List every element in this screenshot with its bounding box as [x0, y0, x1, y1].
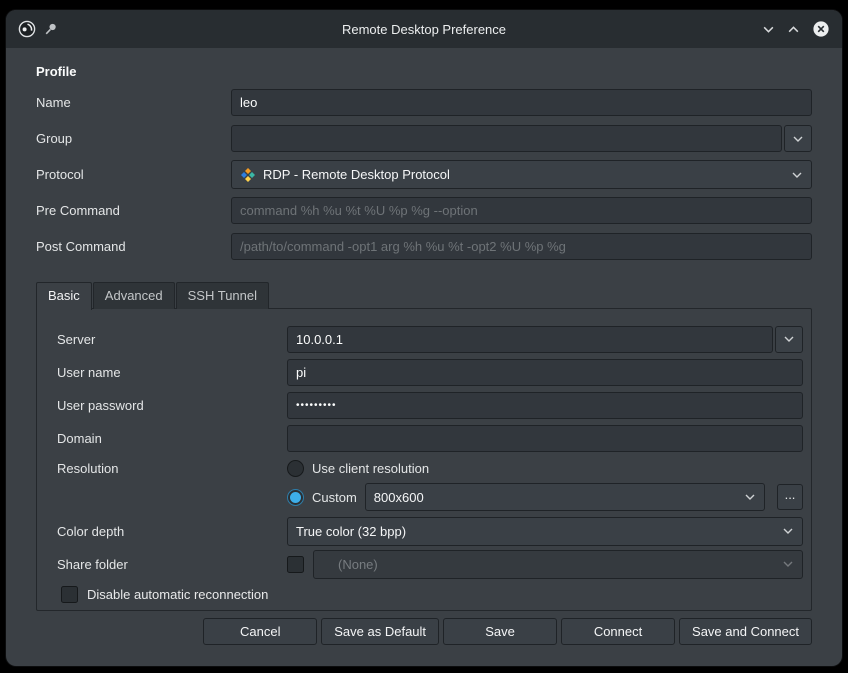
remmina-logo-icon: [18, 20, 36, 38]
group-row: Group: [36, 125, 812, 152]
chevron-down-icon: [791, 169, 803, 181]
color-depth-row: Color depth True color (32 bpp): [57, 518, 803, 544]
titlebar-left: [18, 20, 138, 38]
color-depth-value: True color (32 bpp): [296, 524, 775, 539]
close-button[interactable]: [812, 20, 830, 38]
cancel-button[interactable]: Cancel: [203, 618, 317, 645]
tab-bar: Basic Advanced SSH Tunnel: [36, 282, 812, 309]
titlebar-right: [710, 20, 830, 38]
disable-reconnect-label: Disable automatic reconnection: [87, 587, 268, 602]
domain-label: Domain: [57, 431, 287, 446]
client-resolution-option: Use client resolution: [287, 458, 803, 478]
group-dropdown-button[interactable]: [784, 125, 812, 152]
chevron-down-icon: [744, 491, 756, 503]
titlebar: Remote Desktop Preference: [6, 10, 842, 48]
disable-reconnect-checkbox[interactable]: [61, 586, 78, 603]
user-password-label: User password: [57, 398, 287, 413]
pre-command-label: Pre Command: [36, 203, 231, 218]
app-menu-button[interactable]: [18, 20, 36, 38]
tab-ssh-tunnel[interactable]: SSH Tunnel: [176, 282, 269, 309]
resolution-label: Resolution: [57, 458, 287, 510]
chevron-down-icon: [783, 333, 795, 345]
server-row: Server: [57, 326, 803, 352]
server-dropdown-button[interactable]: [775, 326, 803, 353]
client-resolution-option-label: Use client resolution: [312, 461, 429, 476]
share-folder-value: (None): [322, 557, 775, 572]
protocol-row: Protocol RDP - Remote Desktop Protocol: [36, 161, 812, 188]
custom-resolution-value: 800x600: [374, 490, 737, 505]
protocol-select[interactable]: RDP - Remote Desktop Protocol: [231, 160, 812, 189]
tab-basic[interactable]: Basic: [36, 282, 92, 310]
post-command-label: Post Command: [36, 239, 231, 254]
connect-button[interactable]: Connect: [561, 618, 675, 645]
chevron-down-icon: [782, 525, 794, 537]
pin-button[interactable]: [44, 22, 58, 36]
color-depth-label: Color depth: [57, 524, 287, 539]
color-depth-select[interactable]: True color (32 bpp): [287, 517, 803, 546]
user-password-input[interactable]: [287, 392, 803, 419]
user-name-label: User name: [57, 365, 287, 380]
save-as-default-button[interactable]: Save as Default: [321, 618, 439, 645]
maximize-button[interactable]: [787, 23, 800, 36]
pre-command-input[interactable]: [231, 197, 812, 224]
chevron-up-icon: [787, 23, 800, 36]
group-label: Group: [36, 131, 231, 146]
close-icon: [812, 20, 830, 38]
post-command-input[interactable]: [231, 233, 812, 260]
resolution-more-button[interactable]: ...: [777, 484, 803, 510]
chevron-down-icon: [782, 558, 794, 570]
user-name-input[interactable]: [287, 359, 803, 386]
profile-section-label: Profile: [36, 64, 812, 79]
domain-row: Domain: [57, 425, 803, 451]
share-folder-checkbox[interactable]: [287, 556, 304, 573]
save-button[interactable]: Save: [443, 618, 557, 645]
server-label: Server: [57, 332, 287, 347]
dialog-footer: Cancel Save as Default Save Connect Save…: [36, 618, 812, 645]
basic-tab-panel: Server User name User password: [36, 308, 812, 611]
share-folder-row: Share folder (None): [57, 551, 803, 577]
protocol-value: RDP - Remote Desktop Protocol: [263, 167, 784, 182]
name-label: Name: [36, 95, 231, 110]
custom-resolution-radio[interactable]: [287, 489, 304, 506]
protocol-label: Protocol: [36, 167, 231, 182]
save-and-connect-button[interactable]: Save and Connect: [679, 618, 812, 645]
server-input[interactable]: [287, 326, 773, 353]
custom-resolution-option-label: Custom: [312, 490, 357, 505]
domain-input[interactable]: [287, 425, 803, 452]
preference-window: Remote Desktop Preference: [6, 10, 842, 666]
chevron-down-icon: [792, 133, 804, 145]
resolution-options: Use client resolution Custom 800x600: [287, 458, 803, 510]
window-title: Remote Desktop Preference: [138, 22, 710, 37]
tab-advanced[interactable]: Advanced: [93, 282, 175, 309]
user-name-row: User name: [57, 359, 803, 385]
share-folder-label: Share folder: [57, 557, 287, 572]
pin-icon: [44, 22, 58, 36]
share-folder-select: (None): [313, 550, 803, 579]
dialog-body: Profile Name Group Protocol: [6, 64, 842, 645]
disable-reconnect-row: Disable automatic reconnection: [61, 584, 803, 604]
minimize-button[interactable]: [762, 23, 775, 36]
screen: Remote Desktop Preference: [0, 0, 848, 673]
pre-command-row: Pre Command: [36, 197, 812, 224]
client-resolution-radio[interactable]: [287, 460, 304, 477]
custom-resolution-select[interactable]: 800x600: [365, 483, 765, 511]
name-input[interactable]: [231, 89, 812, 116]
chevron-down-icon: [762, 23, 775, 36]
custom-resolution-option: Custom 800x600 ...: [287, 484, 803, 510]
group-input[interactable]: [231, 125, 782, 152]
rdp-protocol-icon: [240, 167, 256, 183]
resolution-row: Resolution Use client resolution Custom …: [57, 458, 803, 510]
post-command-row: Post Command: [36, 233, 812, 260]
user-password-row: User password: [57, 392, 803, 418]
name-row: Name: [36, 89, 812, 116]
